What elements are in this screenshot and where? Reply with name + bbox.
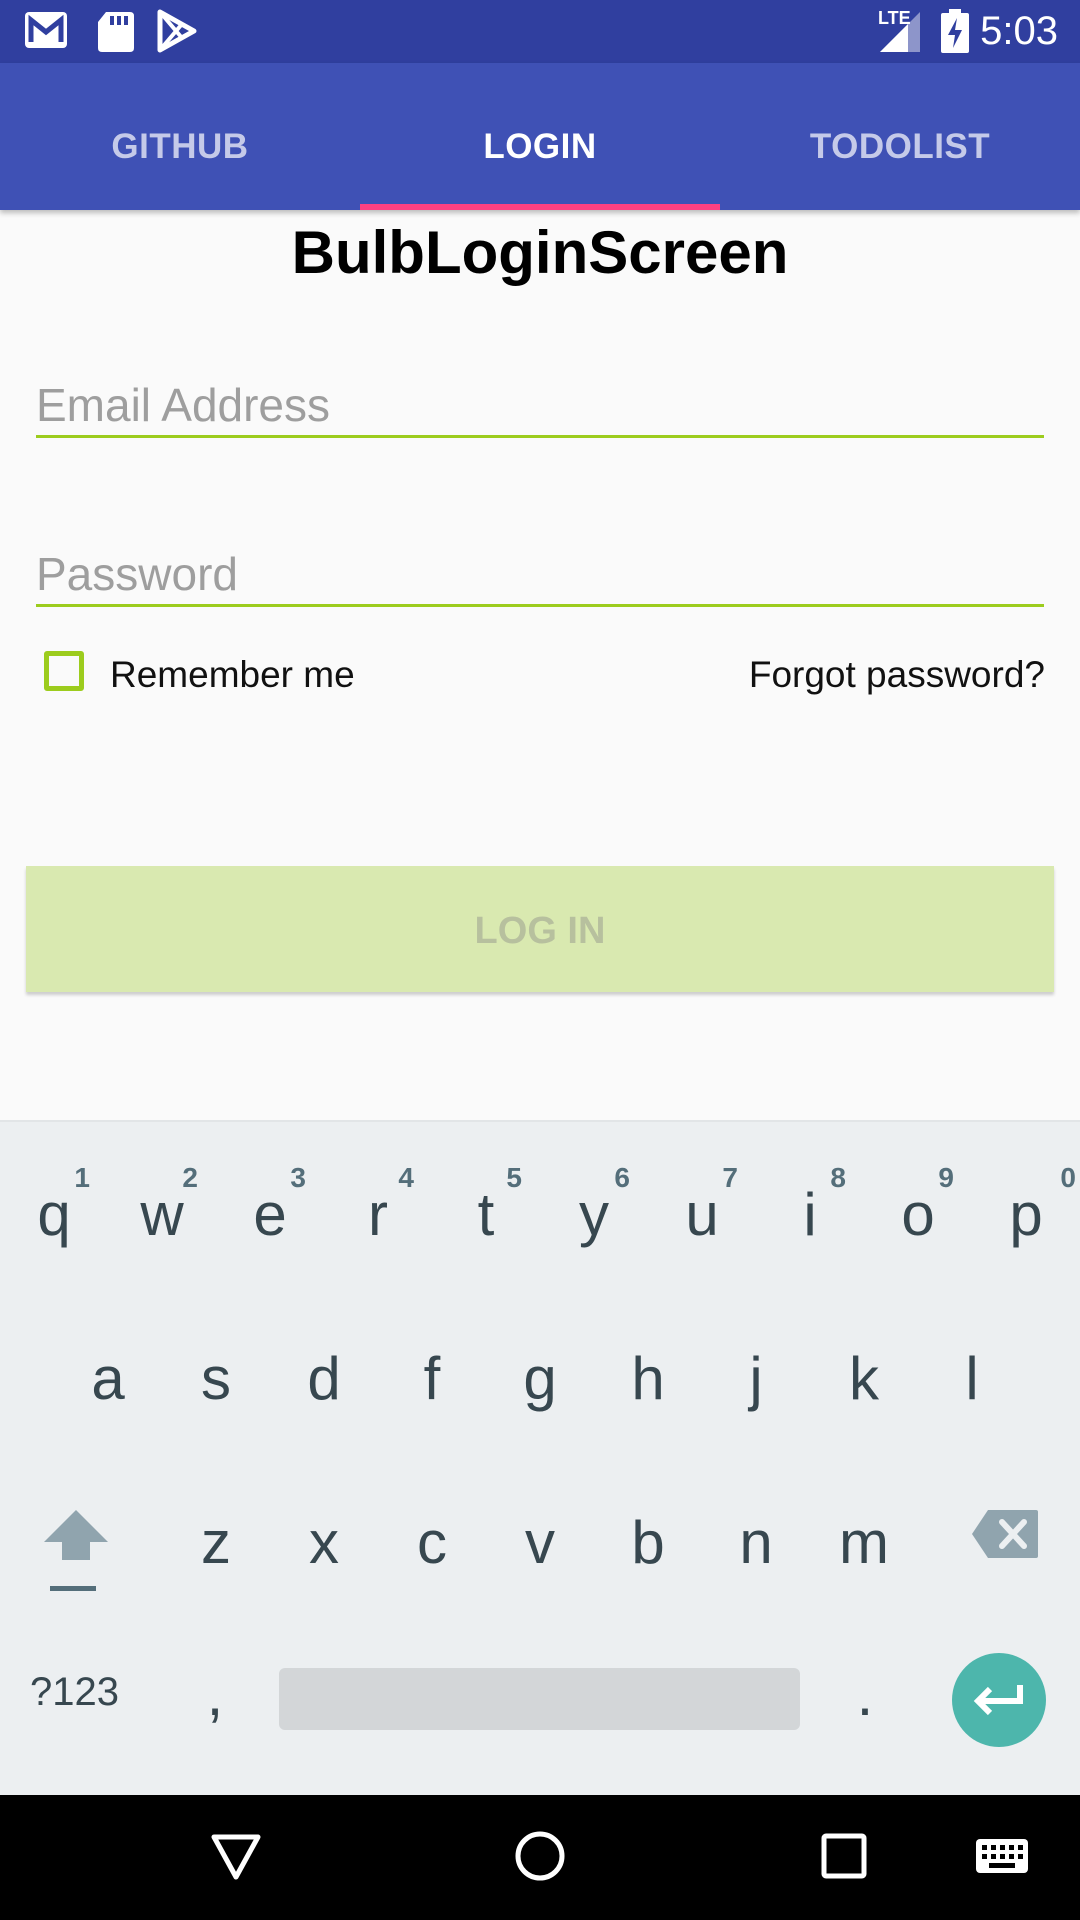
spacebar[interactable] — [279, 1668, 800, 1730]
key-n[interactable]: n — [702, 1468, 810, 1618]
key-f[interactable]: f — [378, 1304, 486, 1454]
tab-todolist[interactable]: TODOLIST — [720, 63, 1080, 210]
key-r[interactable]: r4 — [324, 1140, 432, 1290]
tab-indicator — [360, 204, 720, 210]
key-z[interactable]: z — [162, 1468, 270, 1618]
key-o[interactable]: o9 — [864, 1140, 972, 1290]
sd-card-icon — [98, 12, 134, 52]
tab-login[interactable]: LOGIN — [360, 63, 720, 210]
remember-me-label[interactable]: Remember me — [110, 652, 355, 698]
forgot-password-link[interactable]: Forgot password? — [749, 652, 1045, 698]
play-store-icon — [157, 9, 197, 53]
key-i[interactable]: i8 — [756, 1140, 864, 1290]
symbols-key[interactable]: ?123 — [30, 1670, 119, 1715]
key-k[interactable]: k — [810, 1304, 918, 1454]
password-field[interactable] — [36, 544, 1044, 607]
key-e[interactable]: e3 — [216, 1140, 324, 1290]
status-time: 5:03 — [980, 9, 1058, 53]
page-title: BulbLoginScreen — [291, 219, 789, 286]
key-q[interactable]: q1 — [0, 1140, 108, 1290]
period-key[interactable]: . — [830, 1660, 900, 1729]
key-h[interactable]: h — [594, 1304, 702, 1454]
key-s[interactable]: s — [162, 1304, 270, 1454]
backspace-icon[interactable] — [970, 1508, 1040, 1560]
key-x[interactable]: x — [270, 1468, 378, 1618]
login-button[interactable]: LOG IN — [26, 866, 1054, 992]
key-j[interactable]: j — [702, 1304, 810, 1454]
key-t[interactable]: t5 — [432, 1140, 540, 1290]
signal-icon — [880, 12, 920, 52]
enter-icon — [973, 1685, 1023, 1716]
key-y[interactable]: y6 — [540, 1140, 648, 1290]
back-icon[interactable] — [210, 1831, 262, 1881]
recents-icon[interactable] — [820, 1832, 868, 1880]
key-m[interactable]: m — [810, 1468, 918, 1618]
key-w[interactable]: w2 — [108, 1140, 216, 1290]
comma-key[interactable]: , — [180, 1660, 250, 1729]
key-p[interactable]: p0 — [972, 1140, 1080, 1290]
gmail-icon — [25, 12, 67, 48]
key-d[interactable]: d — [270, 1304, 378, 1454]
keyboard-switch-icon[interactable] — [974, 1837, 1030, 1877]
key-l[interactable]: l — [918, 1304, 1026, 1454]
status-bar: LTE 5:03 — [0, 0, 1080, 63]
tab-bar: GITHUB LOGIN TODOLIST — [0, 63, 1080, 210]
key-b[interactable]: b — [594, 1468, 702, 1618]
key-g[interactable]: g — [486, 1304, 594, 1454]
key-v[interactable]: v — [486, 1468, 594, 1618]
navigation-bar — [0, 1795, 1080, 1920]
email-field[interactable] — [36, 375, 1044, 438]
remember-me-checkbox[interactable] — [44, 651, 84, 691]
key-u[interactable]: u7 — [648, 1140, 756, 1290]
battery-charging-icon — [941, 9, 969, 53]
shift-icon[interactable] — [40, 1506, 112, 1596]
key-a[interactable]: a — [54, 1304, 162, 1454]
tab-github[interactable]: GITHUB — [0, 63, 360, 210]
key-c[interactable]: c — [378, 1468, 486, 1618]
enter-key[interactable] — [952, 1653, 1046, 1747]
home-icon[interactable] — [514, 1830, 566, 1882]
